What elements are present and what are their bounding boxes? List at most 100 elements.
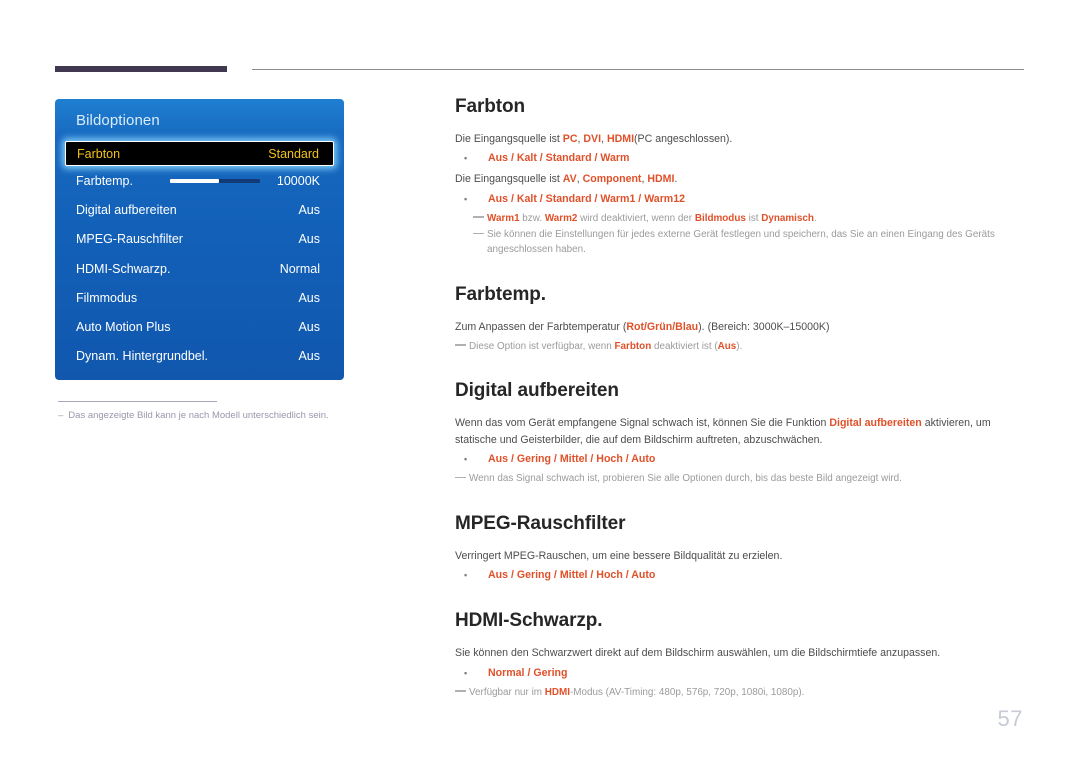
accent-term: Warm1 [487,212,520,224]
text-run: ). [736,340,743,352]
content-column: Farbton Die Eingangsquelle ist PC, DVI, H… [455,96,1025,700]
footnote-text: Sie können die Einstellungen für jedes e… [487,228,1025,258]
osd-row-value: Aus [298,202,320,217]
text-run: Diese Option ist verfügbar, wenn [469,340,615,352]
accent-term: HDMI [544,686,570,698]
body-paragraph: Verringert MPEG-Rauschen, um eine besser… [455,548,1025,564]
panel-note: ‒ Das angezeigte Bild kann je nach Model… [55,410,344,421]
osd-row-value: Aus [298,349,320,364]
osd-row-label: Dynam. Hintergrundbel. [76,349,209,364]
footnote: Wenn das Signal schwach ist, probieren S… [455,472,1025,487]
footnote-text: Wenn das Signal schwach ist, probieren S… [469,472,1025,487]
accent-term: Warm2 [544,212,578,224]
osd-row-slider[interactable] [169,178,260,183]
osd-row-mpeg-rauschfilter[interactable]: MPEG-Rauschfilter Aus [55,225,344,254]
accent-term: Farbton [614,340,652,352]
section-farbtemp: Farbtemp. Zum Anpassen der Farbtemperatur… [455,284,1025,354]
panel-note-rule [58,401,217,402]
osd-row-label: Farbton [77,146,121,161]
section-heading: Digital aufbereiten [455,380,619,402]
text-run: Sie können den Schwarzwert direkt auf de… [455,647,941,660]
osd-row-label: MPEG-Rauschfilter [76,232,183,247]
bullet-icon: • [464,570,468,581]
osd-row-digital-aufbereiten[interactable]: Digital aufbereiten Aus [55,195,344,224]
osd-row-value: Aus [298,320,320,335]
text-run: bzw. [519,212,545,224]
osd-row-slider-fill [169,178,220,183]
header-rule-thick [55,66,227,72]
bullet-icon: • [464,153,468,164]
section-heading: Farbtemp. [455,284,546,306]
osd-row-filmmodus[interactable]: Filmmodus Aus [55,283,344,312]
option-item: • Normal / Gering [464,666,1025,682]
accent-term: Dynamisch [761,212,814,224]
section-mpeg-rauschfilter: MPEG-Rauschfilter Verringert MPEG-Rausche… [455,513,1025,584]
option-list: • Aus / Kalt / Standard / Warm1 / Warm12 [455,192,1025,208]
body-paragraph: Wenn das vom Gerät empfangene Signal sch… [455,415,1025,448]
osd-row-hdmi-schwarzp[interactable]: HDMI-Schwarzp. Normal [55,254,344,283]
section-heading: HDMI-Schwarzp. [455,610,603,632]
text-run: Die Eingangsquelle ist [455,173,563,186]
osd-row-label: Farbtemp. [76,173,133,188]
bullet-icon: • [464,667,468,678]
osd-row-value: Aus [298,290,320,305]
section-heading: Farbton [455,96,526,117]
text-run: -Modus (AV-Timing: 480p, 576p, 720p, 108… [569,686,805,698]
footnote-text: Warm1 bzw. Warm2 wird deaktiviert, wenn … [487,212,1025,227]
accent-term: Rot/Grün/Blau [626,321,699,334]
left-column: Bildoptionen Farbton Standard Farbtemp. 100… [55,99,344,421]
section-hdmi-schwarzp: HDMI-Schwarzp. Sie können den Schwarzwert… [455,610,1025,700]
option-list: • Normal / Gering [455,666,1025,682]
option-values: Aus / Gering / Mittel / Hoch / Auto [488,453,656,466]
body-paragraph: Die Eingangsquelle ist AV, Component, HD… [455,171,1025,187]
footnote-dash-icon [473,232,484,235]
osd-row-dynam-hintergrundbel[interactable]: Dynam. Hintergrundbel. Aus [55,342,344,371]
text-run: Verfügbar nur im [469,686,545,698]
osd-menu-rows: Farbton Standard Farbtemp. 10000K Digital au… [55,141,344,371]
osd-menu-title: Bildoptionen [76,112,160,129]
panel-note-text: Das angezeigte Bild kann je nach Modell … [68,410,329,421]
accent-term: HDMI [606,133,635,145]
option-list: • Aus / Kalt / Standard / Warm [455,151,1025,167]
accent-term: Component [582,173,642,186]
text-run: Sie können die Einstellungen für jedes e… [487,229,995,256]
osd-row-farbton[interactable]: Farbton Standard [65,141,334,166]
option-list: • Aus / Gering / Mittel / Hoch / Auto [455,568,1025,584]
text-run: Zum Anpassen der Farbtemperatur ( [455,321,627,334]
footnote-text: Verfügbar nur im HDMI-Modus (AV-Timing: … [469,686,1025,701]
footnote: Diese Option ist verfügbar, wenn Farbton… [455,340,1025,355]
footnote-dash-icon [455,343,466,346]
body-paragraph: Zum Anpassen der Farbtemperatur (Rot/Grü… [455,319,1025,335]
option-item: • Aus / Gering / Mittel / Hoch / Auto [464,568,1025,584]
bullet-icon: • [464,193,468,204]
text-run: Wenn das vom Gerät empfangene Signal sch… [455,417,830,430]
section-digital-aufbereiten: Digital aufbereiten Wenn das vom Gerät em… [455,380,1025,487]
osd-row-label: Filmmodus [76,290,138,305]
option-item: • Aus / Kalt / Standard / Warm [464,151,1025,167]
footnote-dash-icon [473,216,484,218]
option-values: Aus / Gering / Mittel / Hoch / Auto [488,569,656,582]
text-run: . [674,173,678,186]
text-run: ist [745,212,762,224]
text-run: deaktiviert ist ( [651,340,718,352]
body-paragraph: Die Eingangsquelle ist PC, DVI, HDMI(PC … [455,131,1025,147]
osd-row-farbtemp[interactable]: Farbtemp. 10000K [55,166,344,195]
page-number: 57 [997,706,1023,731]
osd-row-label: Digital aufbereiten [76,202,177,217]
osd-row-value: Standard [268,146,319,161]
osd-row-label: HDMI-Schwarzp. [76,261,171,276]
header-rule-thin [252,69,1024,70]
osd-row-value: Aus [298,232,320,247]
footnote-dash-icon [455,476,466,479]
text-run: Die Eingangsquelle ist [455,133,563,145]
option-list: • Aus / Gering / Mittel / Hoch / Auto [455,452,1025,468]
text-run: . [813,212,817,224]
option-values: Aus / Kalt / Standard / Warm1 / Warm12 [488,192,686,205]
section-farbton: Farbton Die Eingangsquelle ist PC, DVI, H… [455,96,1025,258]
footnote-dash-icon [455,690,466,692]
body-paragraph: Sie können den Schwarzwert direkt auf de… [455,645,1025,661]
osd-row-auto-motion-plus[interactable]: Auto Motion Plus Aus [55,312,344,341]
accent-term: DVI [583,133,602,145]
option-item: • Aus / Kalt / Standard / Warm1 / Warm12 [464,192,1025,208]
header-rules [0,66,1080,76]
